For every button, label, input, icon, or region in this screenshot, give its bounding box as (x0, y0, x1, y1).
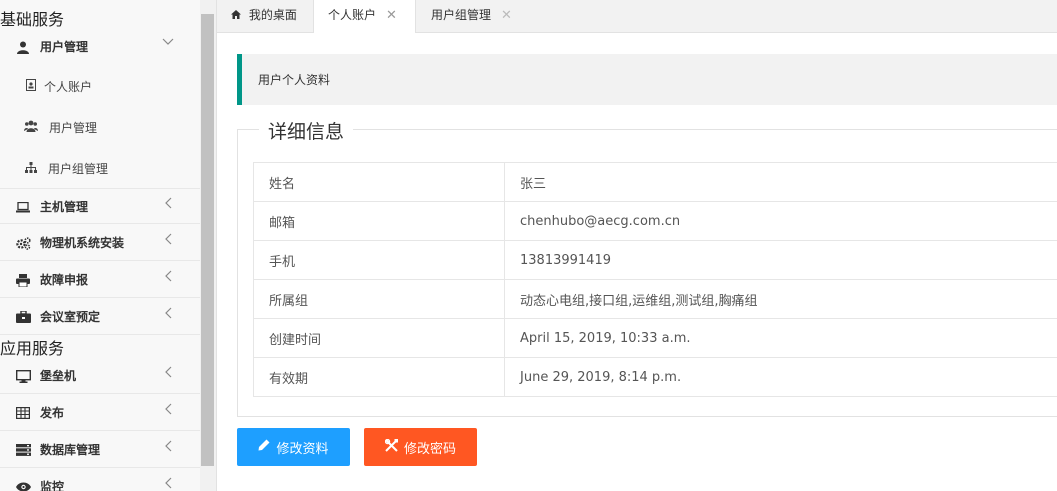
row-key: 手机 (253, 240, 505, 280)
sidebar-subitem-label: 用户管理 (49, 121, 98, 135)
quote-text: 用户个人资料 (258, 73, 331, 87)
sidebar-item-label: 数据库管理 (40, 443, 101, 457)
tab-label: 我的桌面 (248, 8, 297, 22)
table-row: 手机 13813991419 (253, 240, 1057, 280)
edit-profile-button[interactable]: 修改资料 (237, 428, 350, 466)
pencil-icon (258, 439, 270, 455)
chevron-left-icon (164, 440, 172, 456)
sidebar-item-label: 物理机系统安装 (40, 236, 125, 250)
sidebar-subitem-personal-account[interactable]: 个人账户 (0, 65, 200, 106)
user-icon (15, 39, 31, 55)
sidebar-item-label: 会议室预定 (40, 310, 101, 324)
chevron-left-icon (164, 270, 172, 286)
tab-label: 个人账户 (328, 8, 377, 22)
sidebar-item-label: 用户管理 (40, 40, 89, 54)
chevron-left-icon (164, 233, 172, 249)
sidebar-item-fault-report[interactable]: 故障申报 (0, 262, 200, 298)
table-row: 有效期 June 29, 2019, 8:14 p.m. (253, 357, 1057, 397)
sidebar-item-user-mgmt[interactable]: 用户管理 (0, 29, 200, 66)
sidebar-subitem-label: 个人账户 (44, 80, 93, 94)
chevron-down-icon (162, 35, 174, 51)
laptop-icon (15, 199, 31, 215)
button-label: 修改密码 (403, 441, 456, 457)
sidebar-subitem-label: 用户组管理 (48, 162, 109, 176)
sitemap-icon (24, 160, 38, 174)
sidebar-item-meeting-room[interactable]: 会议室预定 (0, 299, 200, 335)
tab-my-desktop[interactable]: 我的桌面 (231, 0, 297, 32)
table-row: 创建时间 April 15, 2019, 10:33 a.m. (253, 318, 1057, 358)
briefcase-icon (15, 309, 31, 325)
tab-personal-account[interactable]: 个人账户 ✕ (313, 0, 416, 33)
button-label: 修改资料 (276, 441, 329, 457)
row-value: chenhubo@aecg.com.cn (504, 201, 1057, 241)
info-table: 姓名 张三 邮箱 chenhubo@aecg.com.cn 手机 1381399141… (253, 162, 1057, 397)
row-key: 所属组 (253, 279, 505, 319)
sidebar-item-publish[interactable]: 发布 (0, 395, 200, 431)
wrench-screwdriver-icon (384, 438, 398, 456)
close-icon[interactable]: ✕ (386, 8, 397, 23)
section-title-app: 应用服务 (0, 339, 65, 358)
id-card-icon (24, 78, 38, 92)
tab-label: 用户组管理 (431, 8, 492, 22)
sidebar-item-database[interactable]: 数据库管理 (0, 432, 200, 468)
table-row: 邮箱 chenhubo@aecg.com.cn (253, 201, 1057, 241)
table-row: 姓名 张三 (253, 162, 1057, 202)
tab-bar: 我的桌面 个人账户 ✕ 用户组管理 ✕ (217, 0, 1057, 33)
chevron-left-icon (164, 366, 172, 382)
desktop-icon (15, 368, 31, 384)
row-value: 动态心电组,接口组,运维组,测试组,胸痛组 (504, 279, 1057, 319)
sidebar-item-label: 发布 (40, 406, 65, 420)
sidebar-item-label: 故障申报 (40, 273, 89, 287)
table-row: 所属组 动态心电组,接口组,运维组,测试组,胸痛组 (253, 279, 1057, 319)
sidebar-item-physical-install[interactable]: 物理机系统安装 (0, 225, 200, 261)
table-icon (15, 405, 31, 421)
tab-group-mgmt[interactable]: 用户组管理 ✕ (431, 0, 512, 32)
row-value: 13813991419 (504, 240, 1057, 280)
users-icon (24, 119, 38, 133)
profile-quote: 用户个人资料 (237, 54, 1057, 105)
fieldset-legend: 详细信息 (259, 117, 354, 144)
chevron-left-icon (164, 403, 172, 419)
sidebar-item-label: 监控 (40, 480, 65, 491)
print-icon (15, 272, 31, 288)
row-value: 张三 (504, 162, 1057, 202)
chevron-left-icon (164, 307, 172, 323)
row-key: 创建时间 (253, 318, 505, 358)
row-value: June 29, 2019, 8:14 p.m. (504, 357, 1057, 397)
sidebar-item-monitor[interactable]: 监控 (0, 469, 200, 491)
chevron-left-icon (164, 197, 172, 213)
row-key: 有效期 (253, 357, 505, 397)
gears-icon (15, 235, 31, 251)
row-value: April 15, 2019, 10:33 a.m. (504, 318, 1057, 358)
sidebar-item-label: 堡垒机 (40, 369, 77, 383)
sidebar-scrollbar-thumb[interactable] (201, 14, 214, 466)
sidebar-subitem-user-mgmt[interactable]: 用户管理 (0, 106, 200, 147)
row-key: 邮箱 (253, 201, 505, 241)
sidebar-item-label: 主机管理 (40, 200, 89, 214)
eye-icon (15, 479, 31, 491)
sidebar-subitem-group-mgmt[interactable]: 用户组管理 (0, 147, 200, 188)
sidebar: 基础服务 用户管理 个人账户 用户管理 用户组管理 主机管理 物理机系统安装 故… (0, 0, 200, 491)
chevron-left-icon (164, 477, 172, 491)
server-icon (15, 442, 31, 458)
section-title-basic: 基础服务 (0, 10, 65, 29)
row-key: 姓名 (253, 162, 505, 202)
home-icon (231, 8, 245, 22)
close-icon[interactable]: ✕ (501, 8, 512, 23)
sidebar-item-bastion[interactable]: 堡垒机 (0, 358, 200, 394)
change-password-button[interactable]: 修改密码 (364, 428, 477, 466)
sidebar-item-host-mgmt[interactable]: 主机管理 (0, 188, 200, 224)
